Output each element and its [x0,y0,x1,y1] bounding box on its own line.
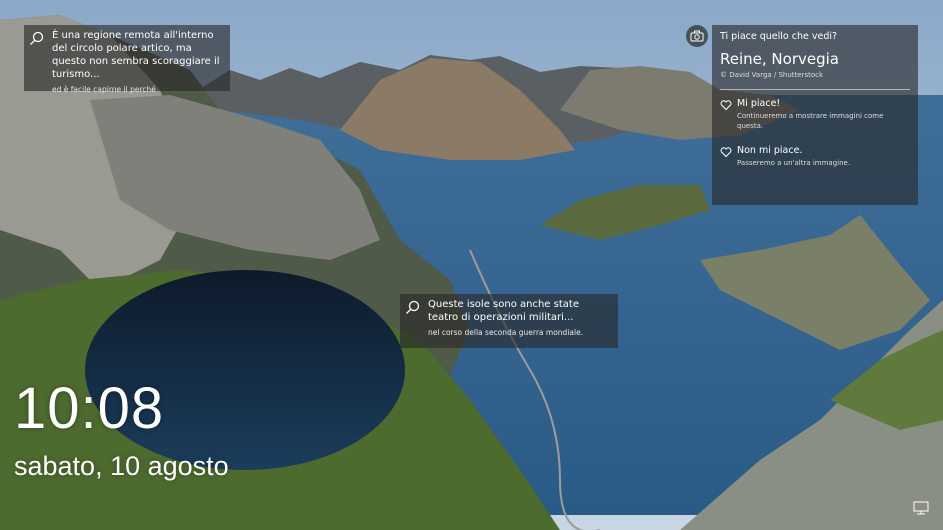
image-location: Reine, Norvegia [720,50,839,68]
image-credit: © David Varga / Shutterstock [720,71,824,79]
camera-button[interactable] [686,25,708,47]
hotspot-title: Queste isole sono anche state teatro di … [428,299,579,323]
heart-icon [720,100,732,111]
dislike-label: Non mi piace. [737,145,803,156]
heart-outline-icon [720,147,732,158]
like-label: Mi piace! [737,98,781,109]
camera-icon [690,30,704,42]
spotlight-info-panel: Ti piace quello che vedi? Reine, Norvegi… [712,25,918,205]
network-icon[interactable] [913,501,929,515]
lockscreen-time: 10:08 [14,376,165,441]
hotspot-subtitle: ed è facile capirne il perché [52,85,156,94]
hotspot-subtitle: nel corso della seconda guerra mondiale. [428,328,584,337]
hotspot-info-2[interactable]: Queste isole sono anche state teatro di … [400,294,618,348]
feedback-question: Ti piace quello che vedi? [720,31,838,42]
hotspot-info-1[interactable]: È una regione remota all'interno del cir… [24,25,230,94]
dislike-description: Passeremo a un'altra immagine. [737,159,851,167]
lockscreen-date: sabato, 10 agosto [14,451,229,481]
hotspot-title: È una regione remota all'interno del cir… [52,30,220,80]
search-icon [30,31,44,45]
dislike-button[interactable]: Non mi piace. Passeremo a un'altra immag… [720,145,910,168]
like-description: Continueremo a mostrare immagini come qu… [737,112,884,130]
separator [720,89,910,90]
search-icon [406,300,420,314]
like-button[interactable]: Mi piace! Continueremo a mostrare immagi… [720,98,910,131]
